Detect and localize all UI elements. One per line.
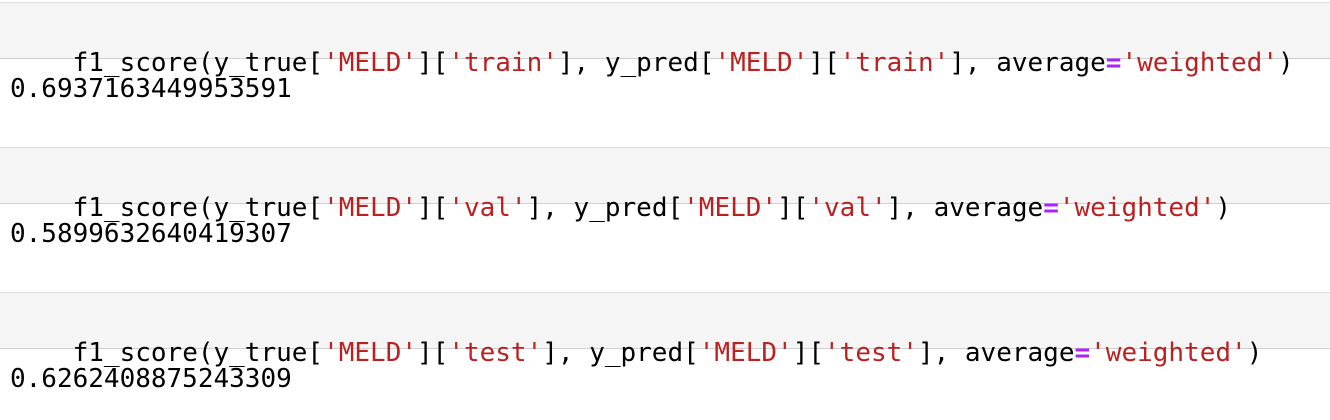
- code-token: =: [1074, 338, 1091, 368]
- code-token: ): [1278, 48, 1294, 78]
- code-token: ], y_pred[: [557, 48, 715, 78]
- code-token: 'test': [448, 338, 543, 368]
- code-token: ): [1246, 338, 1263, 368]
- code-token: ][: [417, 338, 449, 368]
- code-token: 'train': [839, 48, 950, 78]
- code-token: 'weighted': [1090, 338, 1247, 368]
- cell-output-1: 0.6937163449953591: [10, 74, 292, 104]
- cell-output-2: 0.5899632640419307: [10, 219, 292, 249]
- code-token: ][: [792, 338, 825, 368]
- code-token: 'val': [808, 193, 887, 223]
- code-token: ][: [417, 48, 449, 78]
- code-token: 'MELD': [323, 48, 417, 78]
- code-token: =: [1105, 48, 1122, 78]
- code-token: 'test': [824, 338, 918, 368]
- code-token: 'MELD': [683, 193, 778, 223]
- cell-output-3: 0.6262408875243309: [10, 364, 292, 394]
- code-token: ], y_pred[: [542, 338, 699, 368]
- code-token: 'MELD': [323, 338, 417, 368]
- code-cell-input-2[interactable]: f1_score(y_true['MELD']['val'], y_pred['…: [0, 147, 1330, 223]
- code-token: 'weighted': [1058, 193, 1216, 223]
- code-token: 'MELD': [714, 48, 809, 78]
- code-token: ], y_pred[: [526, 193, 684, 223]
- code-token: 'weighted': [1121, 48, 1278, 78]
- code-token: 'train': [448, 48, 558, 78]
- code-token: ][: [808, 48, 840, 78]
- code-cell-input-3[interactable]: f1_score(y_true['MELD']['test'], y_pred[…: [0, 292, 1330, 368]
- code-token: ], average: [886, 193, 1044, 223]
- code-token: 'MELD': [323, 193, 417, 223]
- code-token: 'val': [448, 193, 527, 223]
- code-cell-input-1[interactable]: f1_score(y_true['MELD']['train'], y_pred…: [0, 2, 1330, 78]
- code-token: ], average: [917, 338, 1075, 368]
- code-token: ][: [777, 193, 809, 223]
- code-token: ], average: [949, 48, 1106, 78]
- code-token: 'MELD': [698, 338, 793, 368]
- code-token: ][: [417, 193, 449, 223]
- code-token: ): [1215, 193, 1232, 223]
- code-token: =: [1043, 193, 1059, 223]
